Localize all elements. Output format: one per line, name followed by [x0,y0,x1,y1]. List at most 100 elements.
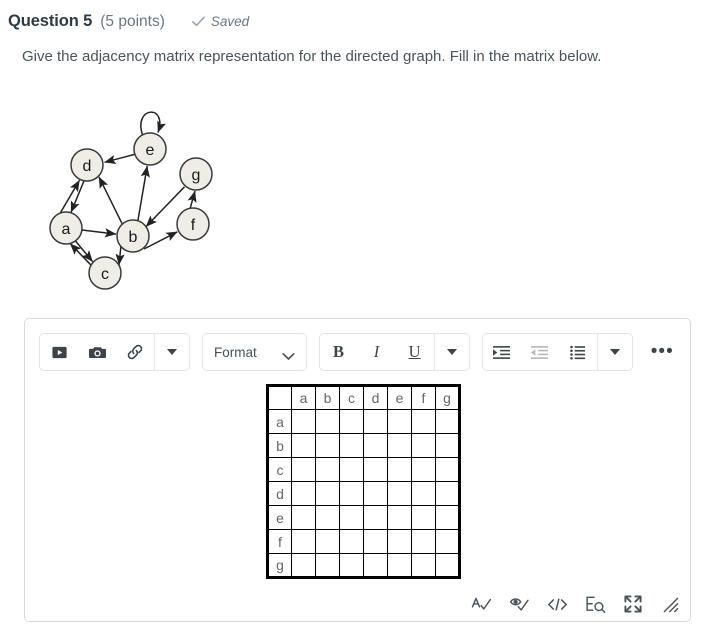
matrix-cell[interactable] [315,457,340,482]
matrix-col-header[interactable]: f [411,385,436,410]
matrix-cell[interactable] [363,457,388,482]
matrix-col-header[interactable]: g [435,385,460,410]
matrix-cell[interactable] [291,457,316,482]
matrix-row-header[interactable]: e [267,505,292,530]
bulleted-list-icon[interactable] [559,334,597,370]
matrix-cell[interactable] [363,481,388,506]
matrix-cell[interactable] [291,409,316,434]
matrix-cell[interactable] [291,505,316,530]
matrix-col-header[interactable]: b [315,385,340,410]
matrix-cell[interactable] [339,505,364,530]
insert-caret-down-icon[interactable] [155,334,189,370]
bold-button[interactable]: B [320,334,358,370]
italic-button[interactable]: I [358,334,396,370]
matrix-row-header[interactable]: a [267,409,292,434]
matrix-cell[interactable] [363,529,388,554]
accessibility-check-icon[interactable] [508,593,530,615]
matrix-row-header[interactable]: d [267,481,292,506]
matrix-cell[interactable] [387,481,412,506]
svg-text:g: g [192,167,201,184]
matrix-col-header[interactable]: e [387,385,412,410]
matrix-cell[interactable] [363,433,388,458]
matrix-row-header[interactable]: c [267,457,292,482]
matrix-cell[interactable] [315,481,340,506]
matrix-cell[interactable] [387,529,412,554]
graph-svg: a b c d e f g [49,111,213,290]
matrix-row-header[interactable]: b [267,433,292,458]
matrix-cell[interactable] [291,553,316,578]
matrix-cell[interactable] [387,409,412,434]
svg-text:d: d [83,158,92,175]
editor-toolbar: Format B I U ••• [25,319,690,385]
svg-text:b: b [129,229,138,246]
resize-handle-icon[interactable] [660,594,680,614]
matrix-cell[interactable] [339,553,364,578]
matrix-row-header[interactable]: f [267,529,292,554]
matrix-cell[interactable] [435,553,460,578]
table-row: c [267,457,460,482]
matrix-cell[interactable] [411,481,436,506]
indent-increase-icon[interactable] [483,334,521,370]
camera-icon[interactable] [78,334,116,370]
matrix-cell[interactable] [387,505,412,530]
matrix-cell[interactable] [435,457,460,482]
matrix-cell[interactable] [411,409,436,434]
matrix-cell[interactable] [411,433,436,458]
matrix-cell[interactable] [339,457,364,482]
media-play-icon[interactable] [40,334,78,370]
matrix-col-header[interactable]: c [339,385,364,410]
matrix-cell[interactable] [291,433,316,458]
graph-nodes: a b c d e f g [49,132,213,290]
matrix-cell[interactable] [411,505,436,530]
html-editor-icon[interactable] [546,593,568,615]
matrix-corner-cell[interactable] [267,385,292,410]
bold-label: B [333,342,345,361]
matrix-cell[interactable] [315,409,340,434]
matrix-cell[interactable] [291,481,316,506]
editor-status-bar [470,593,680,615]
text-style-caret-down-icon[interactable] [435,334,469,370]
matrix-cell[interactable] [339,433,364,458]
matrix-cell[interactable] [339,409,364,434]
adjacency-matrix-table[interactable]: a b c d e f g a b c d e f g [266,384,461,579]
matrix-cell[interactable] [387,433,412,458]
matrix-col-header[interactable]: a [291,385,316,410]
table-row: b [267,433,460,458]
paragraph-caret-down-icon[interactable] [598,334,632,370]
matrix-cell[interactable] [387,457,412,482]
matrix-cell[interactable] [435,433,460,458]
matrix-cell[interactable] [363,553,388,578]
indent-decrease-icon[interactable] [521,334,559,370]
matrix-cell[interactable] [315,553,340,578]
format-dropdown[interactable]: Format [202,333,307,371]
matrix-cell[interactable] [387,553,412,578]
matrix-cell[interactable] [291,529,316,554]
matrix-cell[interactable] [339,481,364,506]
matrix-cell[interactable] [411,529,436,554]
table-row: e [267,505,460,530]
matrix-cell[interactable] [435,505,460,530]
spellcheck-icon[interactable] [470,593,492,615]
matrix-row-header[interactable]: g [267,553,292,578]
underline-button[interactable]: U [396,334,434,370]
toolbar-group-text-style: B I U [318,333,470,371]
matrix-col-header[interactable]: d [363,385,388,410]
matrix-cell[interactable] [363,409,388,434]
matrix-cell[interactable] [315,505,340,530]
toolbar-overflow-button[interactable]: ••• [649,334,676,370]
link-icon[interactable] [116,334,154,370]
matrix-cell[interactable] [411,553,436,578]
graph-node-e: e [133,132,167,166]
matrix-cell[interactable] [339,529,364,554]
matrix-cell[interactable] [435,529,460,554]
chevron-down-icon [281,348,295,360]
matrix-cell[interactable] [435,481,460,506]
graph-node-g: g [179,157,213,191]
matrix-cell[interactable] [363,505,388,530]
matrix-cell[interactable] [315,529,340,554]
word-count-icon[interactable] [584,593,606,615]
matrix-cell[interactable] [435,409,460,434]
fullscreen-icon[interactable] [622,593,644,615]
matrix-cell[interactable] [315,433,340,458]
matrix-cell[interactable] [411,457,436,482]
